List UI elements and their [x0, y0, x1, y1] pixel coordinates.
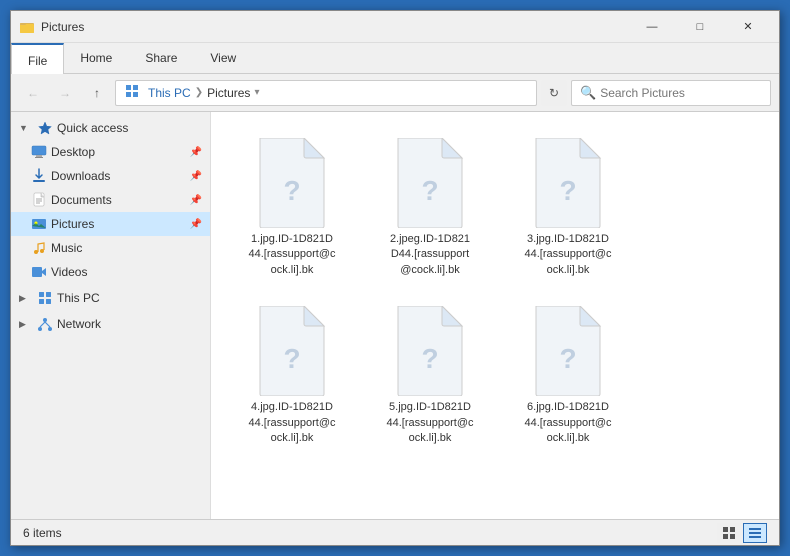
- chevron-icon: ❯: [195, 87, 203, 98]
- file-icon: ?: [528, 138, 608, 228]
- close-button[interactable]: ✕: [725, 12, 771, 42]
- view-controls: [717, 523, 767, 543]
- address-bar: ← → ↑ This PC ❯ Pictures ▾ ↻ 🔍: [11, 74, 779, 112]
- chevron-right-icon: ▶: [19, 293, 33, 304]
- file-name: 1.jpg.ID-1D821D44.[rassupport@cock.li].b…: [249, 232, 336, 278]
- file-item-file3[interactable]: ? 3.jpg.ID-1D821D44.[rassupport@cock.li]…: [503, 128, 633, 288]
- view-grid-button[interactable]: [717, 523, 741, 543]
- sidebar: ▼ Quick access Desktop 📌: [11, 112, 211, 519]
- file-icon: ?: [252, 138, 332, 228]
- forward-button[interactable]: →: [51, 80, 79, 106]
- file-name: 5.jpg.ID-1D821D44.[rassupport@cock.li].b…: [387, 400, 474, 446]
- item-count: 6 items: [23, 526, 62, 540]
- sidebar-label-videos: Videos: [51, 265, 202, 279]
- file-icon: ?: [390, 138, 470, 228]
- svg-text:?: ?: [421, 175, 438, 206]
- up-button[interactable]: ↑: [83, 80, 111, 106]
- sidebar-label-network: Network: [57, 317, 202, 331]
- file-item-file6[interactable]: ? 6.jpg.ID-1D821D44.[rassupport@cock.li]…: [503, 296, 633, 456]
- file-grid: ? 1.jpg.ID-1D821D44.[rassupport@cock.li]…: [219, 120, 771, 464]
- computer-icon: [37, 290, 53, 306]
- svg-text:?: ?: [283, 175, 300, 206]
- title-bar: Pictures — □ ✕: [11, 11, 779, 43]
- pin-icon: 📌: [190, 219, 202, 230]
- search-input[interactable]: [600, 86, 762, 100]
- svg-text:?: ?: [283, 343, 300, 374]
- sidebar-label-desktop: Desktop: [51, 145, 184, 159]
- sidebar-label-music: Music: [51, 241, 202, 255]
- breadcrumb: This PC ❯ Pictures ▾: [124, 83, 259, 102]
- breadcrumb-icon: [124, 83, 140, 102]
- file-icon: ?: [528, 306, 608, 396]
- search-icon: 🔍: [580, 85, 596, 101]
- svg-text:?: ?: [559, 343, 576, 374]
- file-explorer-window: Pictures — □ ✕ File Home Share View ← → …: [10, 10, 780, 546]
- file-item-file5[interactable]: ? 5.jpg.ID-1D821D44.[rassupport@cock.li]…: [365, 296, 495, 456]
- title-bar-controls: — □ ✕: [629, 12, 771, 42]
- star-icon: [37, 120, 53, 136]
- window-title: Pictures: [41, 20, 629, 34]
- ribbon-tabs: File Home Share View: [11, 43, 779, 73]
- window-icon: [19, 19, 35, 35]
- pictures-icon: [31, 216, 47, 232]
- minimize-button[interactable]: —: [629, 12, 675, 42]
- file-name: 4.jpg.ID-1D821D44.[rassupport@cock.li].b…: [249, 400, 336, 446]
- chevron-down-icon: ▼: [19, 123, 33, 133]
- tab-view[interactable]: View: [194, 43, 253, 73]
- tab-home[interactable]: Home: [64, 43, 129, 73]
- network-icon: [37, 316, 53, 332]
- sidebar-section-quick-access: ▼ Quick access Desktop 📌: [11, 116, 210, 284]
- file-name: 6.jpg.ID-1D821D44.[rassupport@cock.li].b…: [525, 400, 612, 446]
- sidebar-label-pictures: Pictures: [51, 217, 184, 231]
- file-icon: ?: [390, 306, 470, 396]
- file-name: 3.jpg.ID-1D821D44.[rassupport@cock.li].b…: [525, 232, 612, 278]
- videos-icon: [31, 264, 47, 280]
- sidebar-item-quick-access[interactable]: ▼ Quick access: [11, 116, 210, 140]
- sidebar-label-documents: Documents: [51, 193, 184, 207]
- file-name: 2.jpeg.ID-1D821D44.[rassupport@cock.li].…: [390, 232, 470, 278]
- sidebar-label-downloads: Downloads: [51, 169, 184, 183]
- pin-icon: 📌: [190, 195, 202, 206]
- chevron-down-icon: ▾: [254, 87, 259, 98]
- refresh-button[interactable]: ↻: [541, 80, 567, 106]
- view-list-button[interactable]: [743, 523, 767, 543]
- sidebar-item-videos[interactable]: Videos: [11, 260, 210, 284]
- sidebar-item-music[interactable]: Music: [11, 236, 210, 260]
- svg-text:?: ?: [421, 343, 438, 374]
- address-path[interactable]: This PC ❯ Pictures ▾: [115, 80, 537, 106]
- desktop-icon: [31, 144, 47, 160]
- sidebar-section-this-pc: ▶ This PC: [11, 286, 210, 310]
- pin-icon: 📌: [190, 147, 202, 158]
- sidebar-item-this-pc[interactable]: ▶ This PC: [11, 286, 210, 310]
- file-item-file4[interactable]: ? 4.jpg.ID-1D821D44.[rassupport@cock.li]…: [227, 296, 357, 456]
- tab-share[interactable]: Share: [129, 43, 194, 73]
- file-area: ? 1.jpg.ID-1D821D44.[rassupport@cock.li]…: [211, 112, 779, 519]
- pin-icon: 📌: [190, 171, 202, 182]
- maximize-button[interactable]: □: [677, 12, 723, 42]
- status-bar: 6 items: [11, 519, 779, 545]
- sidebar-label-this-pc: This PC: [57, 291, 202, 305]
- file-icon: ?: [252, 306, 332, 396]
- tab-file[interactable]: File: [11, 43, 64, 74]
- svg-text:?: ?: [559, 175, 576, 206]
- music-icon: [31, 240, 47, 256]
- sidebar-item-downloads[interactable]: Downloads 📌: [11, 164, 210, 188]
- sidebar-item-network[interactable]: ▶ Network: [11, 312, 210, 336]
- documents-icon: [31, 192, 47, 208]
- sidebar-label-quick-access: Quick access: [57, 121, 202, 135]
- search-box: 🔍: [571, 80, 771, 106]
- sidebar-item-desktop[interactable]: Desktop 📌: [11, 140, 210, 164]
- main-content: ▼ Quick access Desktop 📌: [11, 112, 779, 519]
- file-item-file2[interactable]: ? 2.jpeg.ID-1D821D44.[rassupport@cock.li…: [365, 128, 495, 288]
- back-button[interactable]: ←: [19, 80, 47, 106]
- file-item-file1[interactable]: ? 1.jpg.ID-1D821D44.[rassupport@cock.li]…: [227, 128, 357, 288]
- ribbon: File Home Share View: [11, 43, 779, 74]
- sidebar-item-documents[interactable]: Documents 📌: [11, 188, 210, 212]
- chevron-right-icon: ▶: [19, 319, 33, 330]
- sidebar-item-pictures[interactable]: Pictures 📌: [11, 212, 210, 236]
- crumb-pictures[interactable]: Pictures: [207, 86, 250, 100]
- crumb-thispc[interactable]: This PC: [148, 86, 191, 100]
- downloads-icon: [31, 168, 47, 184]
- sidebar-section-network: ▶ Network: [11, 312, 210, 336]
